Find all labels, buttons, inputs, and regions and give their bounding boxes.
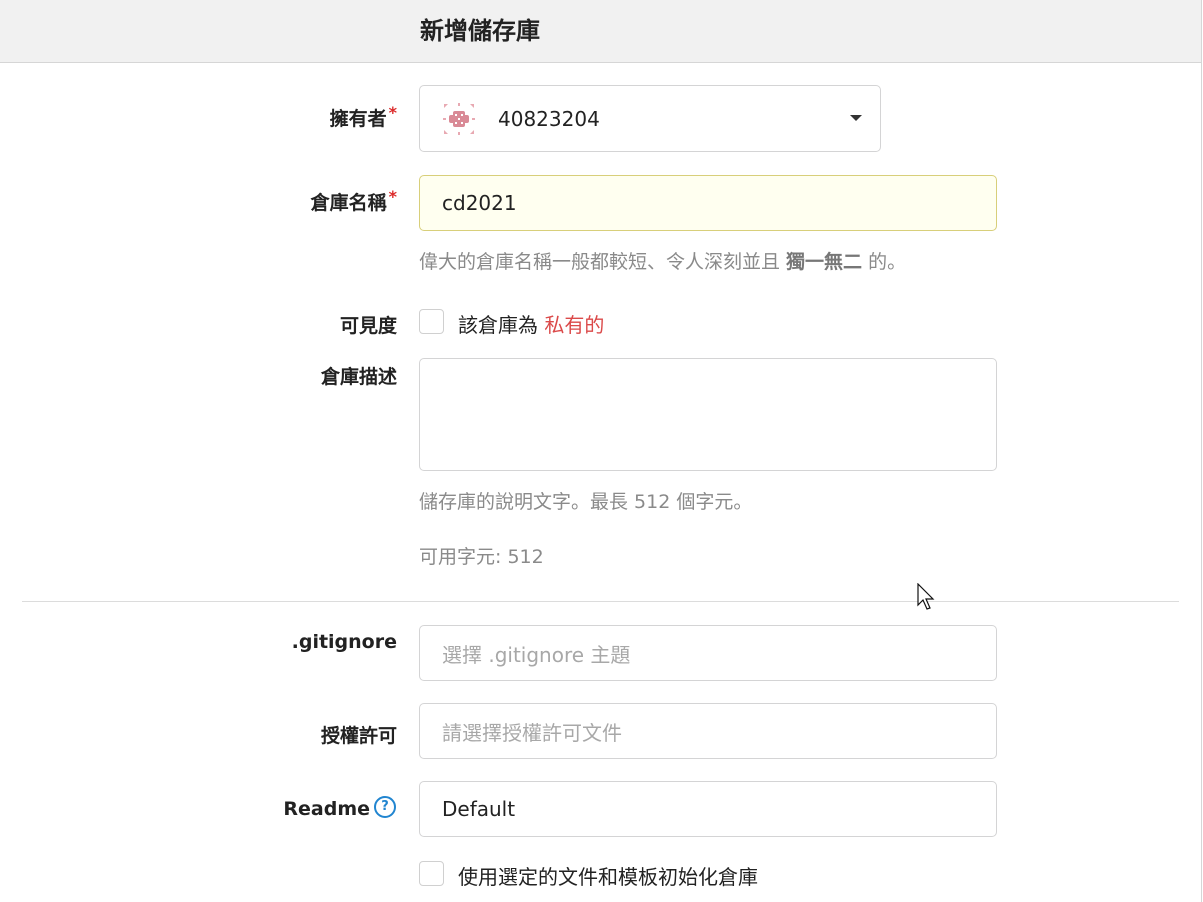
section-divider (22, 601, 1179, 602)
readme-dropdown[interactable]: Default (419, 781, 997, 837)
repo-name-input[interactable]: cd2021 (419, 175, 997, 231)
required-mark: * (388, 103, 397, 122)
readme-label: Readme? (283, 795, 396, 821)
page-header: 新增儲存庫 (0, 0, 1202, 63)
description-textarea[interactable] (419, 358, 997, 471)
license-placeholder: 請選擇授權許可文件 (442, 720, 622, 745)
identicon-avatar (443, 103, 475, 135)
description-help: 儲存庫的說明文字。最長 512 個字元。 (419, 491, 753, 513)
description-label: 倉庫描述 (320, 366, 397, 388)
right-border (1201, 0, 1202, 902)
owner-value: 40823204 (498, 107, 600, 131)
owner-label: 擁有者 * (329, 103, 397, 130)
license-dropdown[interactable]: 請選擇授權許可文件 (419, 703, 997, 759)
readme-value: Default (442, 797, 516, 821)
repo-name-help: 偉大的倉庫名稱一般都較短、令人深刻並且 獨一無二 的。 (419, 251, 907, 273)
caret-down-icon (850, 115, 862, 121)
visibility-label: 可見度 (339, 315, 397, 337)
repo-name-label: 倉庫名稱 * (310, 187, 397, 214)
question-circle-icon[interactable]: ? (374, 795, 396, 818)
private-checkbox-label[interactable]: 該倉庫為 私有的 (458, 309, 604, 338)
gitignore-label: .gitignore (291, 631, 397, 653)
auto-init-checkbox[interactable] (419, 861, 444, 886)
private-checkbox[interactable] (419, 309, 444, 334)
license-label: 授權許可 (320, 725, 397, 747)
description-remaining: 可用字元: 512 (419, 546, 544, 568)
mouse-pointer-icon (917, 583, 935, 610)
page-title: 新增儲存庫 (420, 17, 540, 45)
owner-dropdown[interactable]: 40823204 (419, 85, 881, 152)
repo-name-value: cd2021 (442, 191, 517, 215)
auto-init-checkbox-label[interactable]: 使用選定的文件和模板初始化倉庫 (458, 861, 758, 890)
gitignore-dropdown[interactable]: 選擇 .gitignore 主題 (419, 625, 997, 681)
required-mark: * (388, 187, 397, 206)
gitignore-placeholder: 選擇 .gitignore 主題 (442, 642, 631, 667)
